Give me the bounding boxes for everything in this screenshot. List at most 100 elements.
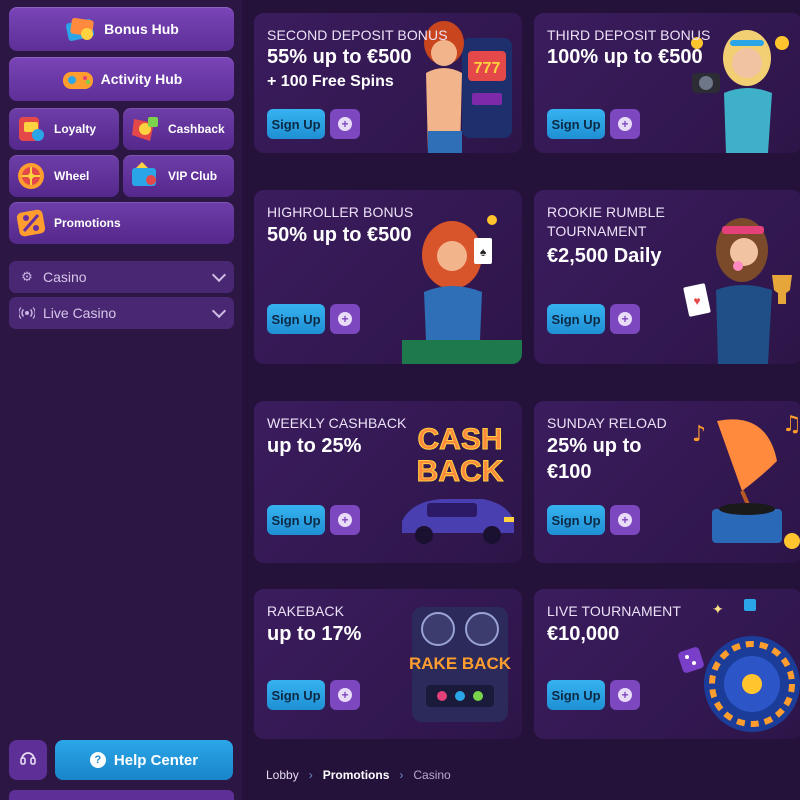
cashback-car-art: CASH BACK — [392, 401, 522, 563]
live-casino-dropdown[interactable]: Live Casino — [9, 297, 234, 329]
sign-up-button[interactable]: Sign Up — [547, 680, 605, 710]
plus-icon: + — [338, 513, 352, 527]
sign-up-button[interactable]: Sign Up — [547, 109, 605, 139]
art-text-back: BACK — [417, 455, 504, 488]
sidebar-bottom-button[interactable] — [9, 790, 234, 800]
sign-up-button[interactable]: Sign Up — [547, 304, 605, 334]
sign-up-button[interactable]: Sign Up — [267, 505, 325, 535]
more-info-button[interactable]: + — [330, 680, 360, 710]
gear-icon: ⚙ — [21, 269, 33, 284]
promo-card-sunday-reload[interactable]: ♪ ♫ SUNDAY RELOAD 25% up to €100 Sign Up… — [534, 401, 800, 563]
plus-icon: + — [338, 312, 352, 326]
breadcrumb: Lobby › Promotions › Casino — [254, 760, 451, 790]
sidebar: Bonus Hub Activity Hub Loyalty Cashback … — [0, 0, 242, 800]
promotions-icon — [14, 207, 48, 239]
more-info-button[interactable]: + — [610, 304, 640, 334]
more-info-button[interactable]: + — [330, 109, 360, 139]
gramophone-art: ♪ ♫ — [672, 401, 800, 563]
casino-dropdown-label: Casino — [43, 269, 87, 285]
svg-text:♪: ♪ — [692, 422, 706, 447]
svg-text:♥: ♥ — [693, 294, 700, 308]
live-casino-dropdown-label: Live Casino — [43, 305, 117, 321]
promo-card-live-tournament[interactable]: ✦ LIVE TOURNAMENT €10,000 Sign Up + — [534, 589, 800, 739]
breadcrumb-casino: Casino — [413, 768, 451, 782]
plus-icon: + — [618, 117, 632, 131]
more-info-button[interactable]: + — [330, 304, 360, 334]
sidebar-item-label: Loyalty — [54, 122, 97, 136]
more-info-button[interactable]: + — [610, 680, 640, 710]
support-button[interactable] — [9, 740, 47, 780]
vip-club-icon — [128, 160, 162, 192]
sidebar-item-label: Promotions — [54, 216, 121, 230]
promo-headline: 25% up to — [547, 435, 642, 457]
art-text-rakeback: RAKE BACK — [409, 654, 512, 673]
loyalty-icon — [14, 113, 48, 145]
promo-kicker: WEEKLY CASHBACK — [267, 415, 407, 431]
more-info-button[interactable]: + — [610, 109, 640, 139]
plus-icon: + — [618, 513, 632, 527]
sidebar-item-loyalty[interactable]: Loyalty — [9, 108, 119, 150]
sidebar-item-wheel[interactable]: Wheel — [9, 155, 119, 197]
promo-card-weekly-cashback[interactable]: CASH BACK WEEKLY CASHBACK up to 25% Sign… — [254, 401, 522, 563]
promo-kicker: SECOND DEPOSIT BONUS — [267, 27, 448, 43]
chevron-down-icon — [211, 303, 227, 318]
rakeback-reel-art: RAKE BACK — [392, 589, 522, 739]
promo-kicker: ROOKIE RUMBLE — [547, 204, 665, 220]
promo-kicker: SUNDAY RELOAD — [547, 415, 667, 431]
activity-hub-label: Activity Hub — [100, 71, 183, 87]
promo-headline: €2,500 Daily — [547, 245, 662, 267]
promo-card-rookie-rumble[interactable]: ♥ ROOKIE RUMBLE TOURNAMENT €2,500 Daily … — [534, 190, 800, 364]
promo-kicker: RAKEBACK — [267, 603, 345, 619]
sign-up-button[interactable]: Sign Up — [267, 304, 325, 334]
promo-headline: 50% up to €500 — [267, 224, 412, 246]
plus-icon: + — [338, 117, 352, 131]
more-info-button[interactable]: + — [330, 505, 360, 535]
plus-icon: + — [618, 312, 632, 326]
promo-card-rakeback[interactable]: RAKE BACK RAKEBACK up to 17% Sign Up + — [254, 589, 522, 739]
svg-text:♫: ♫ — [782, 412, 800, 437]
trophy-girl-art: ♥ — [672, 190, 800, 364]
help-center-label: Help Center — [113, 751, 199, 769]
promo-kicker: HIGHROLLER BONUS — [267, 204, 414, 220]
sidebar-item-label: VIP Club — [168, 169, 218, 183]
promo-subline: + 100 Free Spins — [267, 73, 394, 90]
headset-icon — [18, 748, 38, 773]
roulette-wheel-art: ✦ — [672, 589, 800, 739]
bonus-hub-button[interactable]: Bonus Hub — [9, 7, 234, 51]
promo-headline-line-2: €100 — [547, 461, 592, 483]
activity-hub-button[interactable]: Activity Hub — [9, 57, 234, 101]
art-text-cash: CASH — [417, 423, 502, 456]
bonus-hub-label: Bonus Hub — [104, 21, 179, 37]
promo-headline: up to 25% — [267, 435, 362, 457]
promo-kicker-line-2: TOURNAMENT — [547, 223, 647, 239]
activity-hub-icon — [61, 64, 95, 94]
casino-dropdown[interactable]: ⚙ Casino — [9, 261, 234, 293]
promo-card-second-deposit[interactable]: 777 SECOND DEPOSIT BONUS 55% up to €500 … — [254, 13, 522, 153]
sign-up-button[interactable]: Sign Up — [547, 505, 605, 535]
cashback-icon — [128, 113, 162, 145]
question-icon: ? — [89, 752, 106, 768]
plus-icon: + — [618, 688, 632, 702]
promo-card-highroller[interactable]: ♠ HIGHROLLER BONUS 50% up to €500 Sign U… — [254, 190, 522, 364]
promo-headline: 100% up to €500 — [547, 46, 703, 68]
sidebar-item-promotions[interactable]: Promotions — [9, 202, 234, 244]
sidebar-item-label: Cashback — [168, 122, 225, 136]
sign-up-button[interactable]: Sign Up — [267, 109, 325, 139]
breadcrumb-promotions[interactable]: Promotions — [323, 768, 390, 782]
promo-card-third-deposit[interactable]: THIRD DEPOSIT BONUS 100% up to €500 Sign… — [534, 13, 800, 153]
sign-up-button[interactable]: Sign Up — [267, 680, 325, 710]
promo-headline: 55% up to €500 — [267, 46, 412, 68]
plus-icon: + — [338, 688, 352, 702]
promo-headline: €10,000 — [547, 623, 620, 645]
chevron-down-icon — [211, 267, 227, 282]
promo-headline: up to 17% — [267, 623, 362, 645]
more-info-button[interactable]: + — [610, 505, 640, 535]
sidebar-item-cashback[interactable]: Cashback — [123, 108, 234, 150]
promo-kicker: LIVE TOURNAMENT — [547, 603, 682, 619]
broadcast-icon — [18, 305, 36, 321]
breadcrumb-lobby[interactable]: Lobby — [266, 768, 299, 782]
svg-text:♠: ♠ — [480, 245, 487, 259]
svg-text:777: 777 — [474, 60, 501, 77]
sidebar-item-vip-club[interactable]: VIP Club — [123, 155, 234, 197]
help-center-button[interactable]: ? Help Center — [55, 740, 233, 780]
